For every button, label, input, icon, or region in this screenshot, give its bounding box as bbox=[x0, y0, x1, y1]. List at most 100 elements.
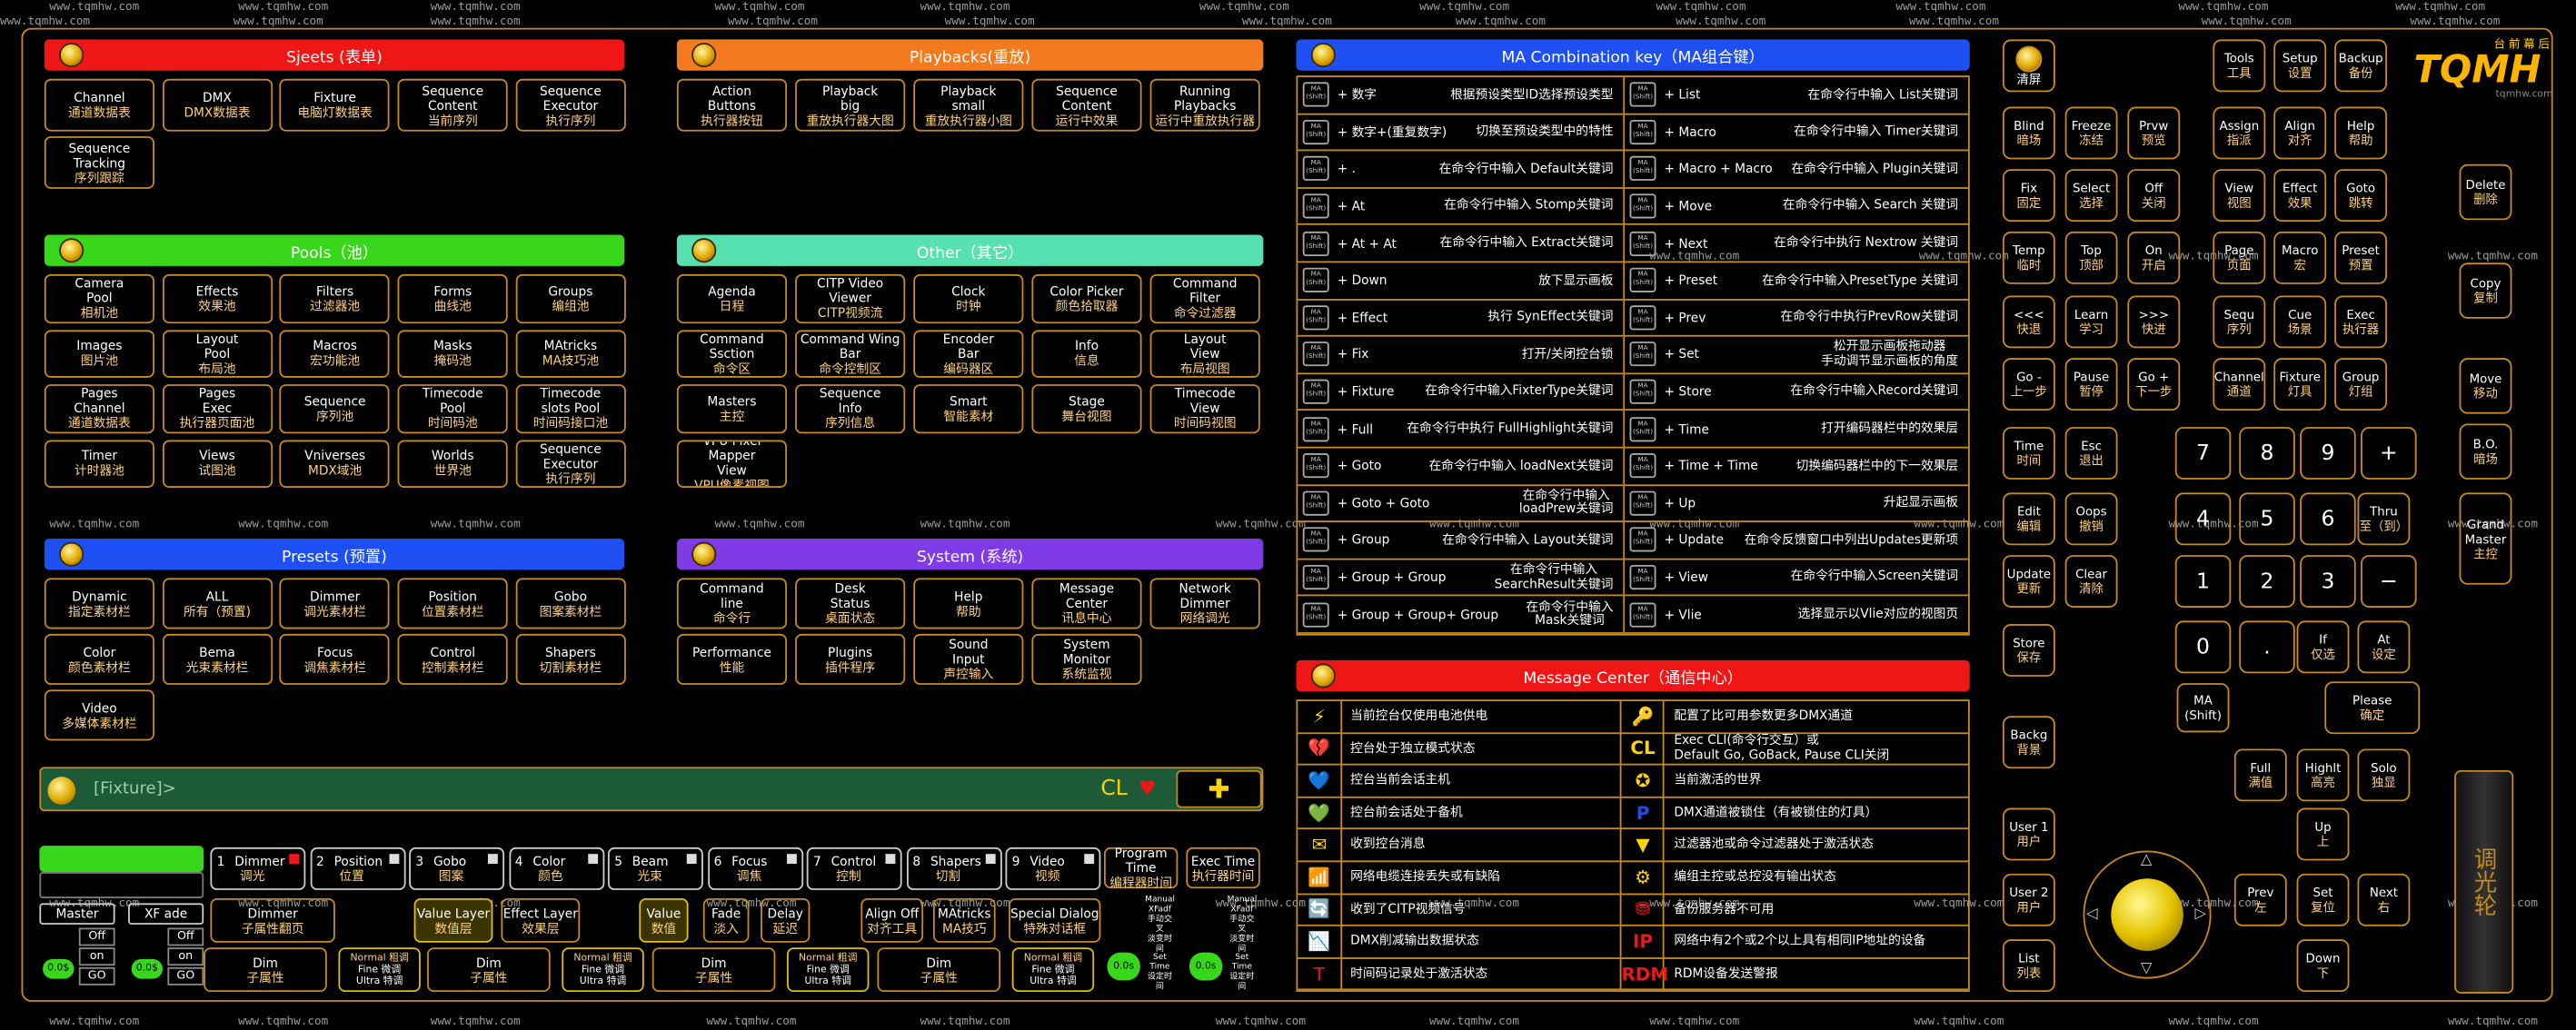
dim-encoder[interactable]: Dim 子属性 bbox=[877, 947, 1001, 993]
numpad-key[interactable]: + bbox=[2361, 427, 2417, 480]
pools-button[interactable]: Layout Pool 布局池 bbox=[162, 329, 273, 378]
master-go-button[interactable]: GO bbox=[78, 966, 115, 985]
console-key[interactable]: B.O. 暗场 bbox=[2459, 423, 2512, 480]
exec-manual-xfade[interactable]: Manual XFadf 手动交叉 淡变时间 bbox=[1228, 895, 1258, 954]
dimmer-page-button[interactable]: Dimmer 子属性翻页 bbox=[210, 897, 335, 943]
pools-button[interactable]: Timecode slots Pool 时间码接口池 bbox=[515, 384, 626, 433]
other-button[interactable]: Command Filter 命令过滤器 bbox=[1149, 273, 1260, 323]
resolution-selector[interactable]: Normal 粗调 Fine 微调 Ultra 特调 bbox=[787, 947, 870, 993]
value-layer-button[interactable]: Value Layer 数值层 bbox=[413, 897, 493, 943]
console-key[interactable]: On 开启 bbox=[2127, 231, 2181, 284]
presets-button[interactable]: Gobo 图案素材栏 bbox=[515, 578, 626, 629]
console-key[interactable]: Sequ 序列 bbox=[2213, 295, 2266, 349]
presets-button[interactable]: Dynamic 指定素材栏 bbox=[44, 578, 154, 629]
exec-time-button[interactable]: Exec Time 执行器时间 bbox=[1186, 847, 1260, 889]
system-button[interactable]: Desk Status 桌面状态 bbox=[795, 578, 906, 629]
presets-button[interactable]: Bema 光束素材栏 bbox=[162, 633, 273, 685]
console-key[interactable]: Setup 设置 bbox=[2273, 39, 2327, 93]
special-dialog-button[interactable]: Special Dialog 特殊对话框 bbox=[1009, 897, 1101, 943]
jog-wheel[interactable] bbox=[2111, 878, 2183, 951]
pools-button[interactable]: Camera Pool 相机池 bbox=[44, 273, 154, 323]
console-key[interactable]: Set 复位 bbox=[2296, 873, 2350, 926]
other-button[interactable]: CITP Video Viewer CITP视频流 bbox=[795, 273, 906, 323]
console-key[interactable]: User 1 用户 bbox=[2002, 807, 2055, 861]
numpad-key[interactable]: 5 bbox=[2239, 492, 2295, 546]
console-key[interactable]: Go - 上一步 bbox=[2002, 358, 2055, 411]
encoder-tab[interactable]: 6 Focus 调焦 bbox=[707, 847, 803, 890]
sjeets-button[interactable]: Channel 通道数据表 bbox=[44, 78, 154, 132]
master-off-button[interactable]: Off bbox=[78, 927, 115, 946]
system-button[interactable]: Help 帮助 bbox=[913, 578, 1024, 629]
pools-button[interactable]: Views 试图池 bbox=[162, 439, 273, 488]
system-button[interactable]: Network Dimmer 网络调光 bbox=[1149, 578, 1260, 629]
console-key[interactable]: Temp 临时 bbox=[2002, 231, 2055, 284]
console-key[interactable]: Go + 下一步 bbox=[2127, 358, 2181, 411]
playbacks-button[interactable]: Playback small 重放执行器小图 bbox=[913, 78, 1024, 132]
console-key[interactable]: Store 保存 bbox=[2002, 624, 2055, 677]
encoder-tab[interactable]: 2 Position 位置 bbox=[309, 847, 405, 890]
pools-button[interactable]: Timecode Pool 时间码池 bbox=[397, 384, 508, 433]
console-key[interactable]: Full 满值 bbox=[2233, 748, 2287, 802]
numpad-key[interactable]: − bbox=[2361, 555, 2417, 608]
console-key[interactable]: At 设定 bbox=[2357, 620, 2411, 674]
console-key[interactable]: 清屏 bbox=[2002, 39, 2055, 93]
presets-button[interactable]: Color 颜色素材栏 bbox=[44, 633, 154, 685]
presets-button[interactable]: Shapers 切割素材栏 bbox=[515, 633, 626, 685]
console-key[interactable]: Freeze 冻结 bbox=[2064, 106, 2118, 160]
matricks-button[interactable]: MAtricks MA技巧 bbox=[932, 897, 996, 943]
console-key[interactable]: Cue 场景 bbox=[2273, 295, 2327, 349]
console-key[interactable]: Edit 编辑 bbox=[2002, 492, 2055, 546]
other-button[interactable]: Info 信息 bbox=[1031, 329, 1142, 378]
jog-wheel-ring[interactable]: △ ▽ ◁ ▷ bbox=[2083, 850, 2212, 979]
console-key[interactable]: Effect 效果 bbox=[2273, 169, 2327, 223]
system-button[interactable]: System Monitor 系统监视 bbox=[1031, 633, 1142, 685]
pools-button[interactable]: Worlds 世界池 bbox=[397, 439, 508, 488]
value-button[interactable]: Value 数值 bbox=[639, 897, 689, 943]
console-key[interactable]: Next 右 bbox=[2357, 873, 2411, 926]
console-key[interactable]: Macro 宏 bbox=[2273, 231, 2327, 284]
delay-button[interactable]: Delay 延迟 bbox=[761, 897, 811, 943]
console-key[interactable]: Update 更新 bbox=[2002, 555, 2055, 608]
console-key[interactable]: Fixture 灯具 bbox=[2273, 358, 2327, 411]
console-key[interactable]: Off 关闭 bbox=[2127, 169, 2181, 223]
console-key[interactable]: Select 选择 bbox=[2064, 169, 2118, 223]
console-key[interactable]: Top 顶部 bbox=[2064, 231, 2118, 284]
encoder-tab[interactable]: 8 Shapers 切割 bbox=[906, 847, 1001, 890]
encoder-tab[interactable]: 3 Gobo 图案 bbox=[409, 847, 505, 890]
program-set-time[interactable]: Set Time 设定时间 bbox=[1145, 953, 1175, 992]
console-key[interactable]: Blind 暗场 bbox=[2002, 106, 2055, 160]
dimmer-wheel[interactable]: 调光轮 bbox=[2454, 769, 2514, 994]
encoder-tab[interactable]: 4 Color 颜色 bbox=[508, 847, 604, 890]
console-key[interactable]: If 仅选 bbox=[2296, 620, 2350, 674]
playbacks-button[interactable]: Sequence Content 运行中效果 bbox=[1031, 78, 1142, 132]
console-key[interactable]: Pause 暂停 bbox=[2064, 358, 2118, 411]
system-button[interactable]: Sound Input 声控输入 bbox=[913, 633, 1024, 685]
other-button[interactable]: Command Ssction 命令区 bbox=[676, 329, 788, 378]
ma-shift-key[interactable]: MA (Shift) bbox=[2176, 683, 2230, 733]
console-key[interactable]: Preset 预置 bbox=[2334, 231, 2388, 284]
presets-button[interactable]: Dimmer 调光素材栏 bbox=[280, 578, 391, 629]
numpad-key[interactable]: 3 bbox=[2300, 555, 2356, 608]
pools-button[interactable]: Groups 编组池 bbox=[515, 273, 626, 323]
console-key[interactable]: Group 灯组 bbox=[2334, 358, 2388, 411]
numpad-key[interactable]: 6 bbox=[2300, 492, 2356, 546]
console-key[interactable]: Learn 学习 bbox=[2064, 295, 2118, 349]
pools-button[interactable]: Macros 宏功能池 bbox=[280, 329, 391, 378]
effect-layer-button[interactable]: Effect Layer 效果层 bbox=[501, 897, 581, 943]
presets-button[interactable]: Position 位置素材栏 bbox=[397, 578, 508, 629]
plus-button[interactable]: ✚ bbox=[1176, 769, 1262, 808]
other-button[interactable]: Clock 时钟 bbox=[913, 273, 1024, 323]
console-key[interactable]: Copy 复制 bbox=[2459, 262, 2512, 319]
console-key[interactable]: Page 页面 bbox=[2213, 231, 2266, 284]
presets-button[interactable]: Video 多媒体素材栏 bbox=[44, 689, 154, 741]
console-key[interactable]: Backup 备份 bbox=[2334, 39, 2388, 93]
command-line-bar[interactable]: [Fixture]> CL ♥ ✚ bbox=[39, 767, 1264, 812]
other-button[interactable]: Command Wing Bar 命令控制区 bbox=[795, 329, 906, 378]
console-key[interactable]: Please 确定 bbox=[2324, 681, 2421, 735]
console-key[interactable]: Move 移动 bbox=[2459, 358, 2512, 414]
console-key[interactable]: >>> 快进 bbox=[2127, 295, 2181, 349]
pools-button[interactable]: Forms 曲线池 bbox=[397, 273, 508, 323]
pools-button[interactable]: Images 图片池 bbox=[44, 329, 154, 378]
numpad-key[interactable]: 8 bbox=[2239, 427, 2295, 480]
presets-button[interactable]: ALL 所有（预置) bbox=[162, 578, 273, 629]
